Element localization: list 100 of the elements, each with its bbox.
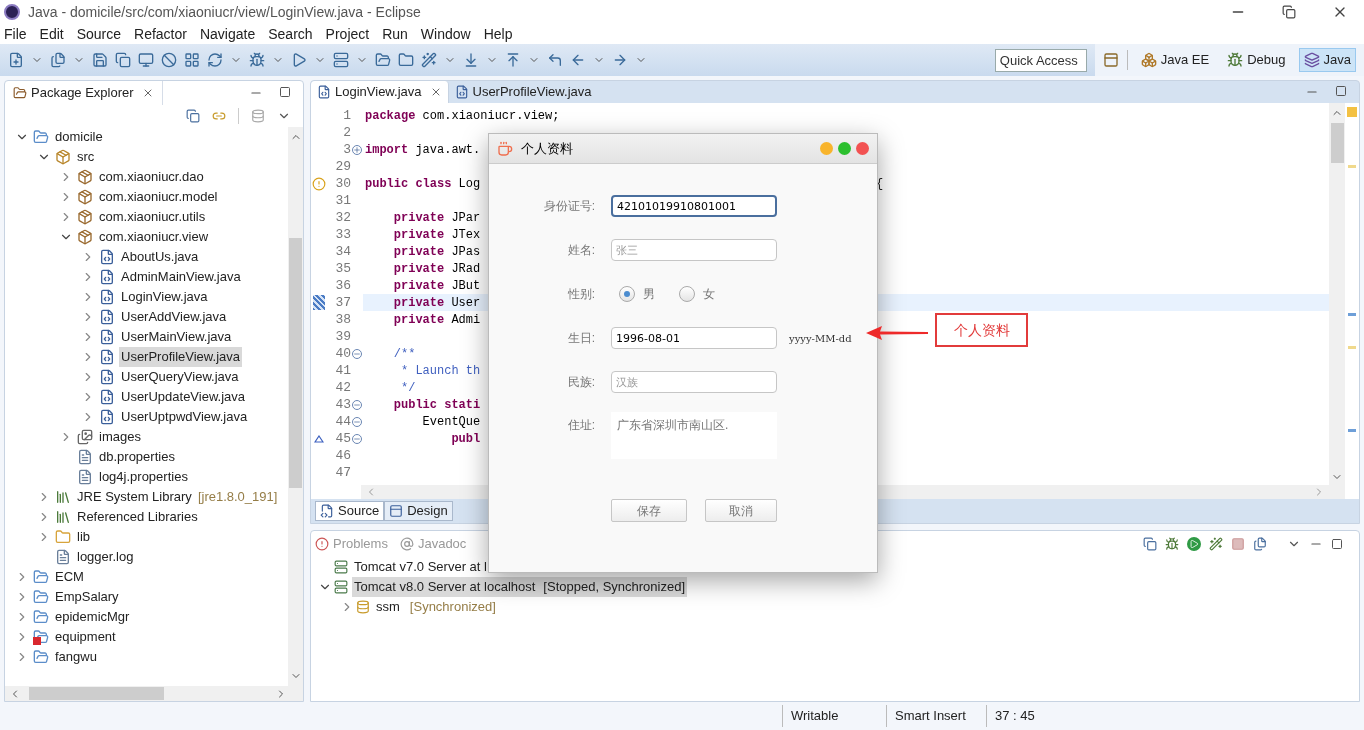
menu-item[interactable]: Run [382,23,408,45]
tree-item[interactable]: log4j.properties [97,467,190,487]
radio-option[interactable]: 男 [619,285,655,303]
java-file-icon [317,85,331,99]
open-folder-icon[interactable] [375,52,391,68]
grid-icon[interactable] [184,52,200,68]
scrollbar-thumb[interactable] [29,687,164,700]
menu-item[interactable]: Refactor [134,23,187,45]
quick-access-field[interactable]: Quick Access [994,48,1087,72]
tree-item[interactable]: UserMainView.java [119,327,234,347]
code-line: private JPas [392,243,481,261]
at-sign-icon [399,537,414,551]
new-file-icon[interactable] [8,52,24,68]
package-icon [77,209,93,225]
restore-icon[interactable] [1282,5,1296,19]
run-icon[interactable] [1187,537,1201,551]
radio-option[interactable]: 女 [679,285,715,303]
maximize-icon[interactable] [279,86,291,98]
tree-item[interactable]: AdminMainView.java [119,267,243,287]
line-number: 42 [334,378,351,397]
java-file-icon [99,329,115,345]
editor-tab[interactable]: LoginView.java [311,81,449,103]
wand-icon[interactable] [421,52,437,68]
view-tab[interactable]: Package Explorer [31,83,134,103]
tree-item[interactable]: UserProfileView.java [119,347,242,367]
code-line: public stati [392,396,481,414]
tree-item[interactable]: com.xiaoniucr.utils [97,207,208,227]
tree-item[interactable]: images [97,427,143,447]
java-file-icon [99,269,115,285]
dialog-button[interactable]: 取消 [705,499,777,522]
debug-icon[interactable] [249,52,265,68]
stop-icon[interactable] [1231,537,1245,551]
tree-item[interactable]: com.xiaoniucr.view [97,227,211,247]
window-control[interactable] [856,142,869,155]
menu-item[interactable]: Help [483,23,513,45]
scrollbar-thumb[interactable] [289,238,302,488]
refresh-icon[interactable] [207,52,223,68]
menu-item[interactable]: Source [76,23,122,45]
editor-mode-tab[interactable]: Design [384,501,453,521]
tree-item[interactable]: com.xiaoniucr.model [97,187,220,207]
scrollbar-thumb[interactable] [1330,123,1344,163]
dialog-button[interactable]: 保存 [611,499,687,522]
tree-item[interactable]: domicile [53,127,105,147]
back-icon[interactable] [570,52,586,68]
debug-icon[interactable] [1165,537,1179,551]
java-file-icon [99,289,115,305]
menu-item[interactable]: Edit [39,23,64,45]
menu-item[interactable]: File [4,23,27,45]
project-folder-icon [33,649,49,665]
tree-item[interactable]: src [75,147,97,167]
tree-item[interactable]: AboutUs.java [119,247,201,267]
menu-item[interactable]: Search [268,23,313,45]
editor-tab[interactable]: UserProfileView.java [448,81,598,103]
tree-item[interactable]: UserQueryView.java [119,367,241,387]
perspective-button[interactable]: Debug [1222,48,1291,72]
tree-item[interactable]: logger.log [75,547,136,567]
new-item-icon[interactable] [50,52,66,68]
maximize-icon[interactable] [1331,538,1343,550]
text-field[interactable]: 1996-08-01 [611,327,777,349]
tree-item[interactable]: UserAddView.java [119,307,229,327]
tree-item[interactable]: ECM [53,567,86,587]
module-item[interactable]: ssm [374,597,402,617]
tree-item[interactable]: JRE System Library [75,487,194,507]
text-field[interactable]: 42101019910801001 [611,195,777,217]
maximize-icon[interactable] [1335,85,1347,97]
perspective-button[interactable]: Java EE [1135,48,1215,72]
tree-item[interactable]: UserUpdateView.java [119,387,248,407]
menu-item[interactable]: Project [325,23,370,45]
tree-item[interactable]: equipment [53,627,118,647]
text-area[interactable]: 广东省深圳市南山区. [611,412,777,459]
tree-item[interactable]: Referenced Libraries [75,507,200,527]
folder-icon[interactable] [398,52,414,68]
tree-item[interactable]: EmpSalary [53,587,121,607]
tree-item[interactable]: db.properties [97,447,177,467]
forward-icon[interactable] [612,52,628,68]
field-label: 住址: [566,417,595,434]
window-title: Java - domicile/src/com/xiaoniucr/view/LoginView.java - Eclipse [28,2,421,22]
server-icon[interactable] [333,52,349,68]
tree-item[interactable]: fangwu [53,647,99,667]
tree-item[interactable]: lib [75,527,92,547]
server-item[interactable]: Tomcat v7.0 Server at l [352,557,489,577]
horizontal-scrollbar[interactable] [5,686,303,701]
server-item[interactable]: Tomcat v8.0 Server at localhost [Stopped, Synchronized] [352,577,687,597]
save-icon[interactable] [92,52,108,68]
line-number: 32 [334,208,351,227]
window-control[interactable] [838,142,851,155]
tree-item[interactable]: epidemicMgr [53,607,132,627]
menu-item[interactable]: Navigate [199,23,256,45]
tree-item[interactable]: com.xiaoniucr.dao [97,167,206,187]
vertical-scrollbar[interactable] [1329,103,1345,499]
editor-mode-tab[interactable]: Source [315,501,385,521]
menu-item[interactable]: Window [420,23,471,45]
fold-expand-icon[interactable] [352,144,362,155]
tree-item[interactable]: UserUptpwdView.java [119,407,250,427]
tree-item[interactable]: LoginView.java [119,287,210,307]
file-icon [55,549,71,565]
boxes-icon [1140,52,1157,68]
perspective-button[interactable]: Java [1298,48,1356,72]
vertical-scrollbar[interactable] [288,127,303,686]
run-icon[interactable] [291,52,307,68]
